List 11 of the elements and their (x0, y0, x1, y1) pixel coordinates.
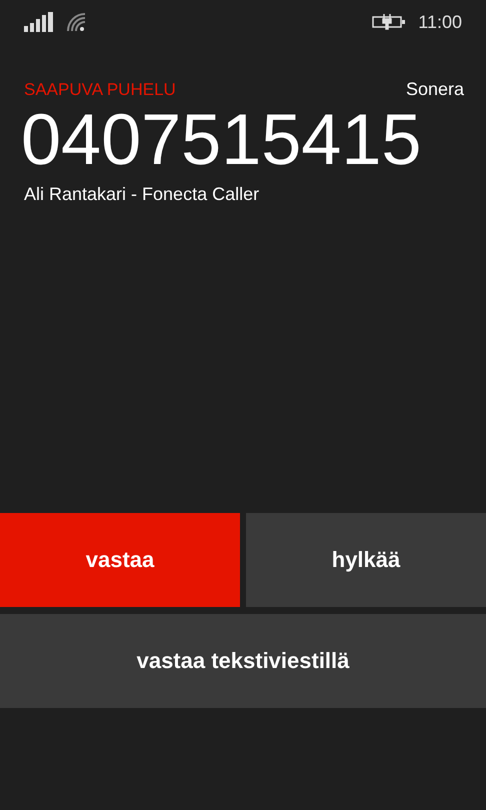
call-action-button[interactable]: vastaa (0, 513, 240, 607)
signal-icon (24, 12, 54, 32)
call-action-button[interactable]: hylkää (246, 513, 486, 607)
call-action-button[interactable]: vastaa tekstiviestillä (0, 614, 486, 708)
clock-time: 11:00 (418, 12, 462, 32)
incoming-call-label: SAAPUVA PUHELU (24, 80, 176, 100)
phone-number: 0407515415 (21, 100, 422, 180)
operator-name: Sonera (406, 79, 464, 100)
battery-charging-icon (372, 14, 406, 30)
wifi-icon (66, 12, 86, 32)
caller-name: Ali Rantakari - Fonecta Caller (24, 184, 260, 205)
